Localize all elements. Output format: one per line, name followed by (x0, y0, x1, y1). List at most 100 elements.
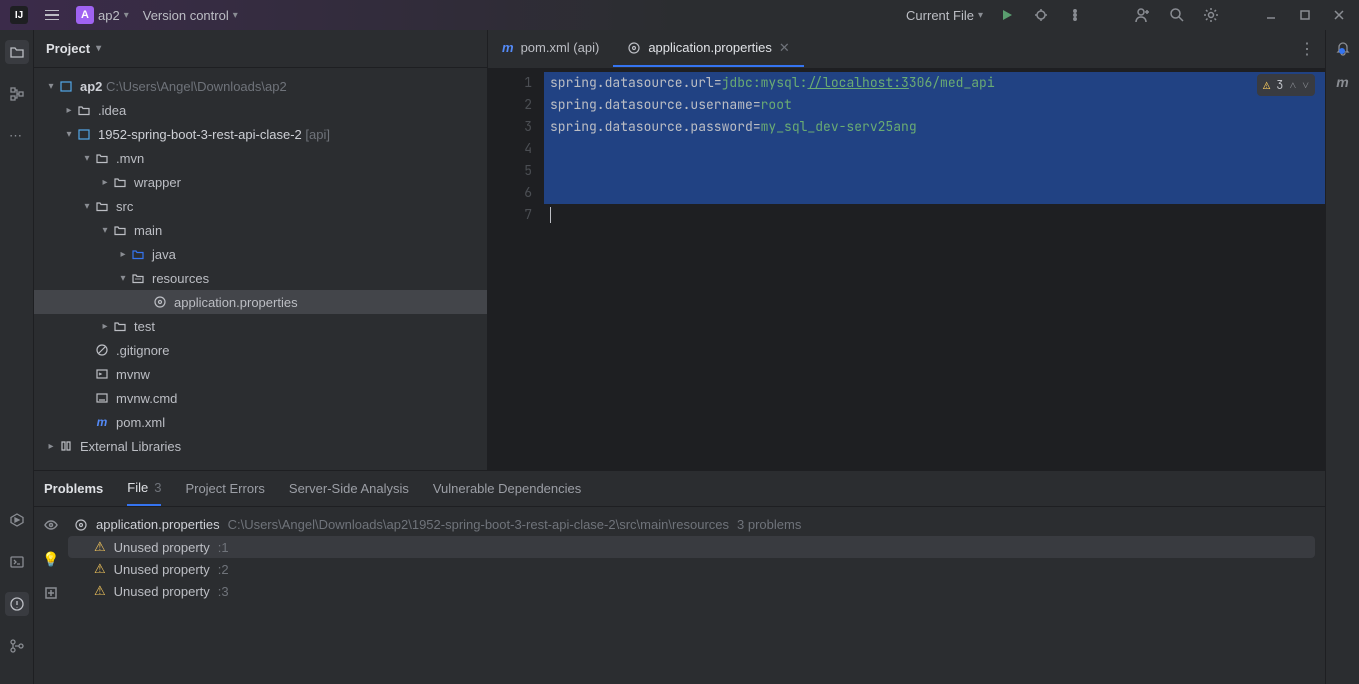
library-icon (58, 438, 74, 454)
maximize-button[interactable] (1295, 5, 1315, 25)
tree-item-pom[interactable]: m pom.xml (34, 410, 487, 434)
tree-item-java[interactable]: ▸ java (34, 242, 487, 266)
tree-item-src[interactable]: ▾ src (34, 194, 487, 218)
ellipsis-icon: ⋯ (9, 128, 24, 144)
maven-tool-button[interactable]: m (1336, 74, 1348, 90)
problem-text: Unused property (114, 562, 210, 577)
expand-icon[interactable]: ▾ (80, 153, 94, 164)
tab-project-errors[interactable]: Project Errors (185, 471, 264, 506)
tree-item-mvn[interactable]: ▾ .mvn (34, 146, 487, 170)
tree-root[interactable]: ▾ ap2 C:\Users\Angel\Downloads\ap2 (34, 74, 487, 98)
run-button[interactable] (997, 5, 1017, 25)
problems-file-header[interactable]: application.properties C:\Users\Angel\Do… (68, 513, 1315, 536)
problems-list[interactable]: application.properties C:\Users\Angel\Do… (68, 507, 1325, 684)
code-span: spring.datasource.password (550, 118, 753, 135)
more-tools-button[interactable]: ⋯ (5, 124, 29, 148)
expand-all-button[interactable] (41, 583, 61, 603)
problem-row[interactable]: ⚠ Unused property :2 (68, 558, 1315, 580)
tree-item-extlib[interactable]: ▸ External Libraries (34, 434, 487, 458)
debug-button[interactable] (1031, 5, 1051, 25)
tree-label: 1952-spring-boot-3-rest-api-clase-2 (98, 127, 302, 142)
run-config-dropdown[interactable]: Current File ▾ (906, 8, 983, 23)
code-area[interactable]: spring.datasource.url=jdbc:mysql://local… (544, 68, 1325, 470)
tree-item-idea[interactable]: ▸ .idea (34, 98, 487, 122)
tree-item-test[interactable]: ▸ test (34, 314, 487, 338)
code-link[interactable]: //localhost:3 (807, 74, 908, 91)
warning-icon: ⚠ (1263, 77, 1270, 93)
terminal-tool-button[interactable] (5, 550, 29, 574)
structure-tool-button[interactable] (5, 82, 29, 106)
minimize-button[interactable] (1261, 5, 1281, 25)
problem-line: :2 (218, 562, 229, 577)
folder-icon (94, 198, 110, 214)
tab-pom[interactable]: m pom.xml (api) (488, 30, 613, 67)
git-tool-button[interactable] (5, 634, 29, 658)
tree-label: wrapper (134, 175, 181, 190)
bulb-icon: 💡 (42, 551, 59, 568)
tree-item-module[interactable]: ▾ 1952-spring-boot-3-rest-api-clase-2 [a… (34, 122, 487, 146)
expand-icon[interactable]: ▾ (116, 273, 130, 284)
folder-icon (112, 318, 128, 334)
tree-item-wrapper[interactable]: ▸ wrapper (34, 170, 487, 194)
expand-icon[interactable]: ▸ (98, 177, 112, 188)
vcs-dropdown[interactable]: Version control ▾ (143, 8, 238, 23)
tree-item-resources[interactable]: ▾ resources (34, 266, 487, 290)
expand-icon[interactable]: ▸ (116, 249, 130, 260)
tree-item-gitignore[interactable]: .gitignore (34, 338, 487, 362)
right-tool-rail: m (1325, 30, 1359, 684)
expand-icon[interactable]: ▾ (44, 81, 58, 92)
tree-item-main[interactable]: ▾ main (34, 218, 487, 242)
more-button[interactable] (1065, 5, 1085, 25)
code-span: root (761, 96, 792, 113)
bug-icon (1034, 8, 1048, 22)
close-tab-button[interactable]: ✕ (779, 40, 790, 56)
tab-label: pom.xml (api) (521, 40, 600, 55)
expand-icon[interactable]: ▸ (98, 321, 112, 332)
play-icon (1000, 8, 1014, 22)
expand-icon[interactable]: ▾ (80, 201, 94, 212)
editor-body[interactable]: 1234567 spring.datasource.url=jdbc:mysql… (488, 68, 1325, 470)
intentions-button[interactable]: 💡 (41, 549, 61, 569)
project-dropdown[interactable]: A ap2 ▾ (76, 6, 129, 24)
settings-button[interactable] (1201, 5, 1221, 25)
tree-item-mvnw[interactable]: mvnw (34, 362, 487, 386)
next-highlight[interactable]: ˅ (1302, 77, 1309, 93)
close-window-button[interactable] (1329, 5, 1349, 25)
tab-problems[interactable]: Problems (44, 471, 103, 506)
main-menu-button[interactable] (42, 5, 62, 25)
cmd-icon (94, 390, 110, 406)
prev-highlight[interactable]: ˄ (1289, 77, 1296, 93)
tab-server-side[interactable]: Server-Side Analysis (289, 471, 409, 506)
tab-props[interactable]: application.properties ✕ (613, 30, 803, 67)
project-header[interactable]: Project ▾ (34, 30, 487, 68)
problem-row[interactable]: ⚠ Unused property :1 (68, 536, 1315, 558)
search-button[interactable] (1167, 5, 1187, 25)
tree-item-mvnwcmd[interactable]: mvnw.cmd (34, 386, 487, 410)
problems-tool-button[interactable] (5, 592, 29, 616)
problem-row[interactable]: ⚠ Unused property :3 (68, 580, 1315, 602)
problem-line: :1 (218, 540, 229, 555)
tree-item-appprops[interactable]: application.properties (34, 290, 487, 314)
inspection-widget[interactable]: ⚠ 3 ˄ ˅ (1257, 74, 1315, 96)
problems-tabs: Problems File 3 Project Errors Server-Si… (34, 471, 1325, 507)
code-with-me-button[interactable] (1133, 5, 1153, 25)
tab-vulnerable[interactable]: Vulnerable Dependencies (433, 471, 581, 506)
expand-icon[interactable]: ▸ (62, 105, 76, 116)
expand-icon[interactable]: ▸ (44, 441, 58, 452)
project-badge: A (76, 6, 94, 24)
notifications-button[interactable] (1335, 40, 1351, 56)
tree-label: .mvn (116, 151, 144, 166)
expand-icon[interactable]: ▾ (98, 225, 112, 236)
project-tool-button[interactable] (5, 40, 29, 64)
git-icon (9, 638, 25, 654)
expand-icon[interactable]: ▾ (62, 129, 76, 140)
tab-file[interactable]: File 3 (127, 471, 161, 506)
view-options-button[interactable] (41, 515, 61, 535)
search-icon (1169, 7, 1185, 23)
project-tree[interactable]: ▾ ap2 C:\Users\Angel\Downloads\ap2 ▸ .id… (34, 68, 487, 470)
tab-more-button[interactable]: ⋮ (1299, 39, 1315, 59)
vcs-label: Version control (143, 8, 229, 23)
user-plus-icon (1135, 7, 1151, 23)
warning-icon: ⚠ (94, 561, 106, 577)
services-tool-button[interactable] (5, 508, 29, 532)
